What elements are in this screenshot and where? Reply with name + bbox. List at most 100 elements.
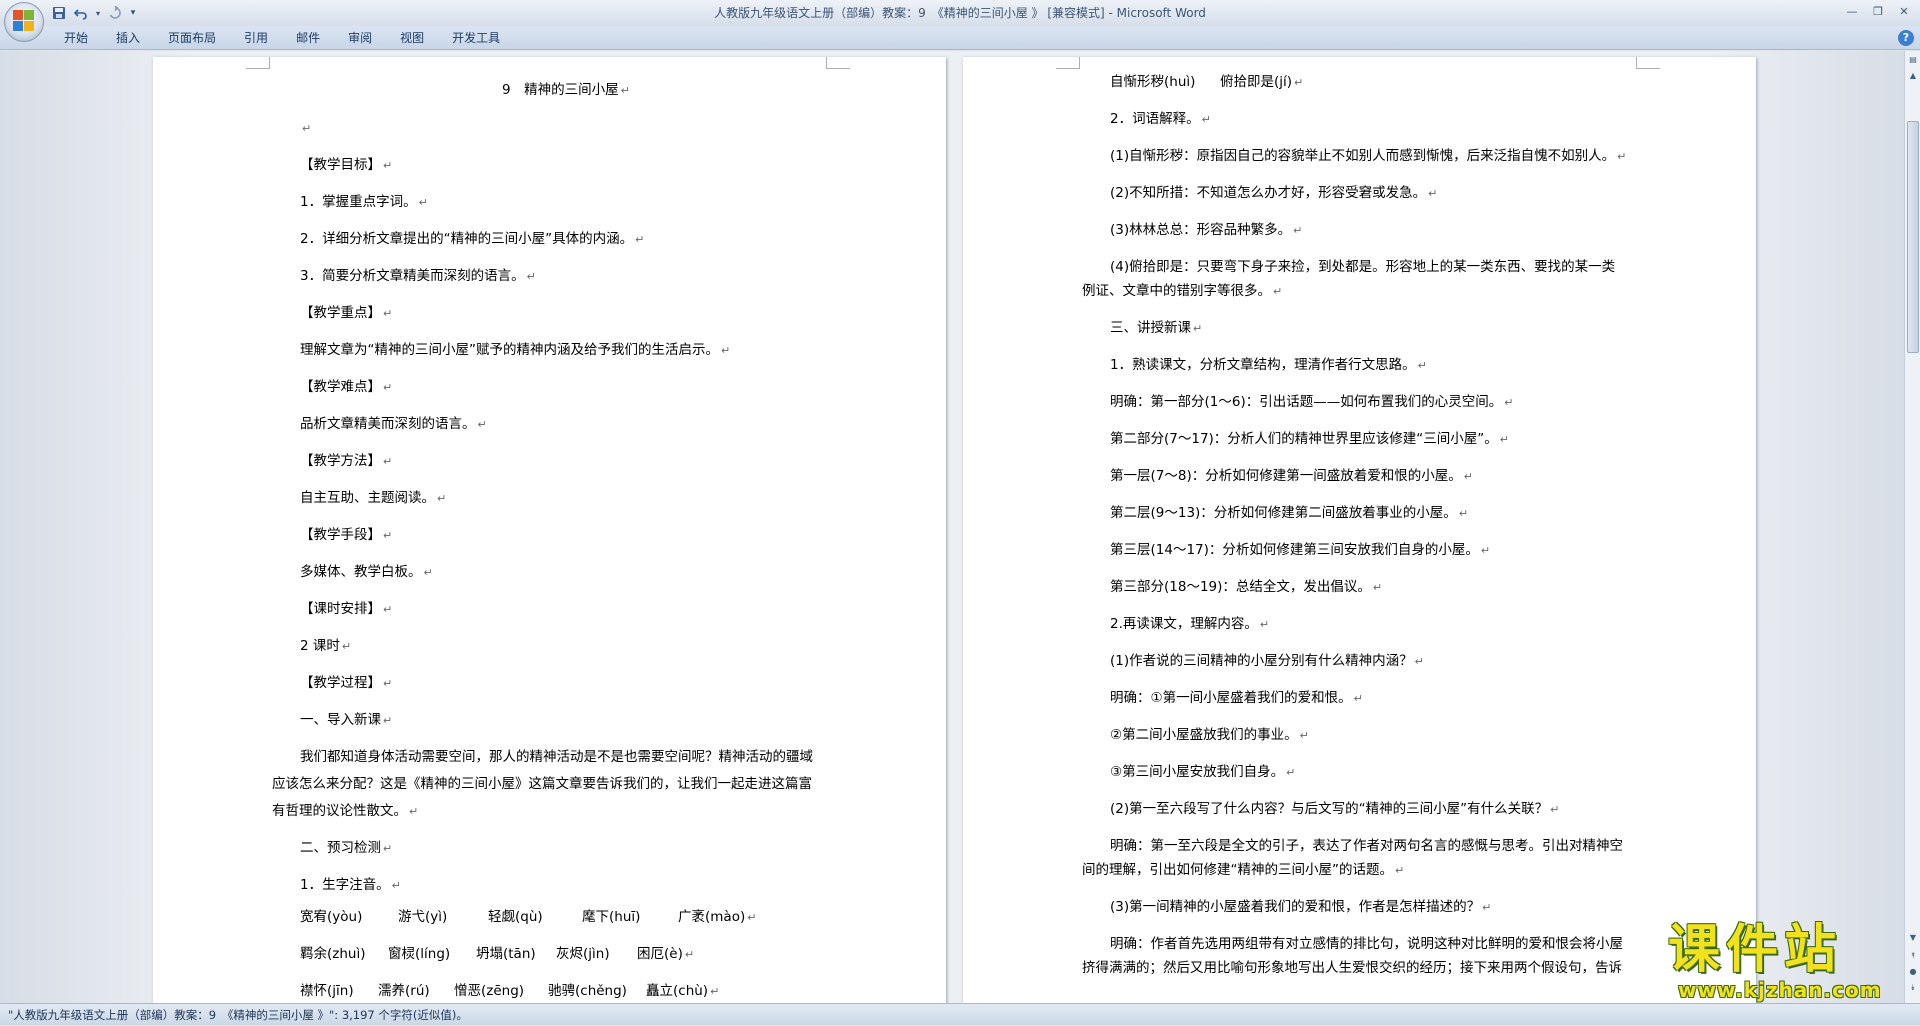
document-page-right[interactable]: 自惭形秽(huì) 俯拾即是(jí) ↵ 2．词语解释。 ↵ (1)自惭形秽：原指因… [963,57,1756,1003]
next-page-icon[interactable]: ⯯ [1906,981,1920,995]
margin-corner [826,57,850,69]
ribbon-tabs: 开始 插入 页面布局 引用 邮件 审阅 视图 开发工具 [50,26,514,50]
paragraph: 第二层(9～13)：分析如何修建第二间盛放着事业的小屋。 ↵ [1110,505,1469,521]
minimize-icon[interactable]: — [1840,2,1864,20]
paragraph: 挤得满满的；然后又用比喻句形象地写出人生爱恨交织的经历；接下来用两个假设句，告诉 [1082,960,1622,976]
document-title: 9 精神的三间小屋 ↵ [502,82,630,98]
paragraph: 间的理解，引出如何修建“精神的三间小屋”的话题。 ↵ [1082,862,1405,878]
status-text: "人教版九年级语文上册（部编）教案：9 《精神的三间小屋 》": 3,197 个… [8,1008,468,1022]
scrollbar-thumb[interactable] [1907,121,1919,353]
paragraph: 3．简要分析文章精美而深刻的语言。 ↵ [300,268,536,284]
section-heading: 【课时安排】 ↵ [300,601,393,617]
paragraph: (2)不知所措：不知道怎么办才好，形容受窘或发急。 ↵ [1110,185,1438,201]
paragraph: (1)自惭形秽：原指因自己的容貌举止不如别人而感到惭愧，后来泛指自愧不如别人。 ↵ [1110,148,1627,164]
pinyin-item: 麾下(huī) [582,909,641,925]
pinyin-item: 广袤(mào) ↵ [678,909,757,925]
paragraph: (3)第一间精神的小屋盛着我们的爱和恨，作者是怎样描述的？ ↵ [1110,899,1492,915]
paragraph: (2)第一至六段写了什么内容？与后文写的“精神的三间小屋”有什么关联？ ↵ [1110,801,1560,817]
pinyin-item: 矗立(chù) ↵ [646,983,720,999]
margin-corner [1636,57,1660,69]
paragraph: 明确：作者首先选用两组带有对立感情的排比句，说明这种对比鲜明的爱和恨会将小屋 [1110,936,1623,952]
section-heading: 【教学重点】 ↵ [300,305,393,321]
margin-corner [1056,57,1080,69]
window-controls: — ❐ ✕ [1840,2,1916,20]
watermark-logo: 课件站 www.kjzhan.com [1668,922,1898,1002]
section-heading: 【教学方法】 ↵ [300,453,393,469]
office-button[interactable] [4,2,44,42]
section-heading: 二、预习检测 ↵ [300,840,393,856]
paragraph: 多媒体、教学白板。 ↵ [300,564,433,580]
paragraph: 第三层(14～17)：分析如何修建第三间安放我们自身的小屋。 ↵ [1110,542,1491,558]
tab-view[interactable]: 视图 [386,26,438,50]
section-heading: 【教学目标】 ↵ [300,157,393,173]
margin-corner [246,57,270,69]
office-logo-icon [13,10,35,32]
customize-icon[interactable]: ▾ [128,4,138,22]
paragraph: 第一层(7～8)：分析如何修建第一间盛放着爱和恨的小屋。 ↵ [1110,468,1473,484]
paragraph: 品析文章精美而深刻的语言。 ↵ [300,416,487,432]
pinyin-item: 自惭形秽(huì) [1110,74,1196,90]
ruler-toggle-icon[interactable]: ▤ [1906,53,1920,67]
watermark-url: www.kjzhan.com [1678,978,1882,1002]
scroll-up-icon[interactable]: ▲ [1906,69,1920,83]
status-bar: "人教版九年级语文上册（部编）教案：9 《精神的三间小屋 》": 3,197 个… [0,1003,1920,1025]
document-workspace: 9 精神的三间小屋 ↵ ↵ 【教学目标】 ↵ 1．掌握重点字词。 ↵ 2．详细分析文章… [0,51,1904,1003]
intro-line: 有哲理的议论性散文。 ↵ [272,803,419,819]
paragraph: 1．掌握重点字词。 ↵ [300,194,428,210]
tab-developer[interactable]: 开发工具 [438,26,514,50]
paragraph: (1)作者说的三间精神的小屋分别有什么精神内涵？ ↵ [1110,653,1424,669]
paragraph: 明确：第一部分(1～6)：引出话题——如何布置我们的心灵空间。 ↵ [1110,394,1514,410]
paragraph: 明确：第一至六段是全文的引子，表达了作者对两句名言的感慨与思考。引出对精神空 [1110,838,1623,854]
pinyin-item: 困厄(è) ↵ [637,946,695,962]
paragraph: 自主互助、主题阅读。 ↵ [300,490,447,506]
paragraph: ②第二间小屋盛放我们的事业。 ↵ [1110,727,1309,743]
tab-review[interactable]: 审阅 [334,26,386,50]
paragraph: 2 课时 ↵ [300,638,352,654]
scroll-down-icon[interactable]: ▼ [1906,931,1920,945]
help-icon[interactable]: ? [1898,30,1914,46]
paragraph: 2.再读课文，理解内容。 ↵ [1110,616,1270,632]
pinyin-item: 坍塌(tān) [476,946,536,962]
document-page-left[interactable]: 9 精神的三间小屋 ↵ ↵ 【教学目标】 ↵ 1．掌握重点字词。 ↵ 2．详细分析文章… [153,57,946,1003]
pinyin-item: 襟怀(jīn) [300,983,354,999]
previous-page-icon[interactable]: ⯭ [1906,949,1920,963]
vertical-scrollbar[interactable]: ▤ ▲ ▼ ⯭ ● ⯯ [1904,51,1920,1003]
close-icon[interactable]: ✕ [1892,2,1916,20]
tab-references[interactable]: 引用 [230,26,282,50]
save-icon[interactable] [50,4,68,22]
section-heading: 【教学过程】 ↵ [300,675,393,691]
paragraph: 1．熟读课文，分析文章结构，理清作者行文思路。 ↵ [1110,357,1427,373]
paragraph: ↵ [302,122,312,135]
chevron-down-icon[interactable]: ▾ [94,4,102,22]
paragraph: ③第三间小屋安放我们自身。 ↵ [1110,764,1296,780]
pinyin-item: 宽宥(yòu) [300,909,363,925]
tab-home[interactable]: 开始 [50,26,102,50]
paragraph: 第二部分(7～17)：分析人们的精神世界里应该修建“三间小屋”。 ↵ [1110,431,1510,447]
paragraph: 第三部分(18～19)：总结全文，发出倡议。 ↵ [1110,579,1383,595]
redo-icon[interactable] [106,4,124,22]
undo-icon[interactable] [72,4,90,22]
section-heading: 三、讲授新课 ↵ [1110,320,1203,336]
pinyin-item: 憎恶(zēng) [454,983,525,999]
tab-insert[interactable]: 插入 [102,26,154,50]
tab-mailings[interactable]: 邮件 [282,26,334,50]
paragraph: 2．详细分析文章提出的“精神的三间小屋”具体的内涵。 ↵ [300,231,645,247]
watermark-title: 课件站 [1668,920,1843,980]
paragraph: 例证、文章中的错别字等很多。 ↵ [1082,283,1283,299]
intro-line: 应该怎么来分配？这是《精神的三间小屋》这篇文章要告诉我们的，让我们一起走进这篇富 [272,776,812,792]
tab-page-layout[interactable]: 页面布局 [154,26,230,50]
section-heading: 一、导入新课 ↵ [300,712,393,728]
pinyin-item: 俯拾即是(jí) ↵ [1220,74,1304,90]
pinyin-item: 驰骋(chěng) [548,983,627,999]
pinyin-item: 游弋(yì) [398,909,448,925]
pinyin-item: 灰烬(jìn) [556,946,610,962]
select-browse-object-icon[interactable]: ● [1906,965,1920,979]
section-heading: 【教学难点】 ↵ [300,379,393,395]
ribbon-tab-bar: 开始 插入 页面布局 引用 邮件 审阅 视图 开发工具 ? [0,26,1920,50]
paragraph: (4)俯拾即是：只要弯下身子来捡，到处都是。形容地上的某一类东西、要找的某一类 [1110,259,1616,275]
paragraph: 明确：①第一间小屋盛着我们的爱和恨。 ↵ [1110,690,1363,706]
pinyin-item: 窗棂(líng) [388,946,451,962]
paragraph: 1．生字注音。 ↵ [300,877,401,893]
pinyin-item: 濡养(rú) [378,983,430,999]
restore-icon[interactable]: ❐ [1866,2,1890,20]
